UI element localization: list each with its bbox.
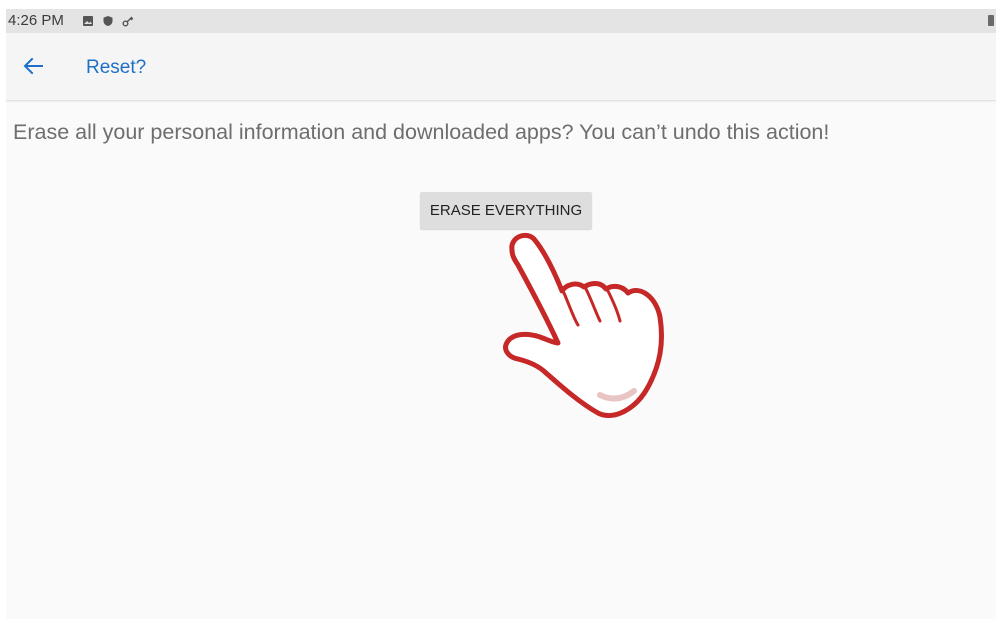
status-time: 4:26 PM — [8, 12, 64, 29]
hand-pointer-icon — [500, 225, 680, 430]
status-bar: 4:26 PM — [6, 9, 996, 33]
image-icon — [82, 14, 94, 26]
app-bar: Reset? — [6, 33, 996, 101]
status-icons — [82, 14, 134, 27]
arrow-left-icon — [23, 57, 43, 75]
battery-icon — [988, 15, 994, 26]
reset-warning-message: Erase all your personal information and … — [13, 120, 830, 144]
page-title: Reset? — [86, 57, 147, 78]
key-icon — [122, 14, 134, 27]
device-screen: 4:26 PM Reset? Erase all your personal i… — [6, 9, 996, 619]
back-button[interactable] — [18, 53, 48, 79]
shield-icon — [102, 14, 114, 26]
erase-everything-button[interactable]: ERASE EVERYTHING — [420, 192, 592, 229]
